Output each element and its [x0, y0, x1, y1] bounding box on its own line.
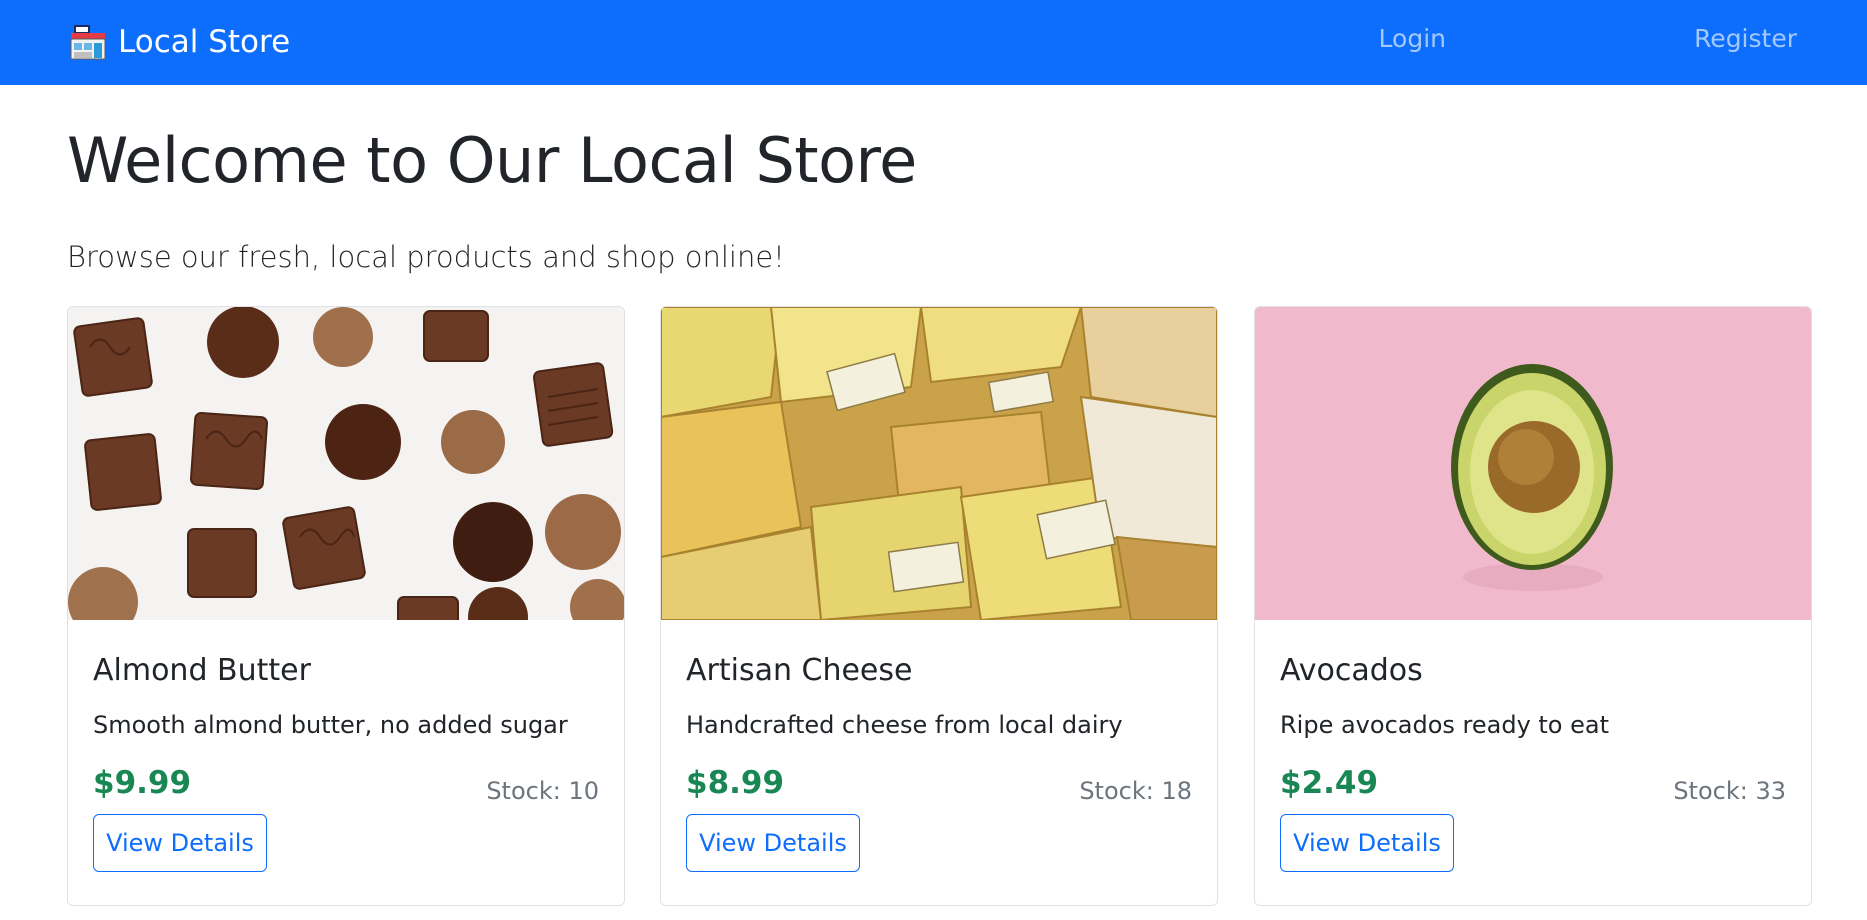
product-name: Almond Butter — [93, 653, 311, 688]
brand-link[interactable]: Local Store — [70, 20, 290, 64]
product-description: Smooth almond butter, no added sugar — [93, 711, 568, 739]
view-details-button[interactable]: View Details — [93, 814, 267, 872]
register-link[interactable]: Register — [1694, 24, 1797, 53]
page-title: Welcome to Our Local Store — [67, 124, 917, 197]
card-body: Artisan Cheese Handcrafted cheese from l… — [686, 620, 1192, 905]
brand-name: Local Store — [118, 24, 291, 60]
product-price: $2.49 — [1280, 765, 1379, 801]
product-image-avocado — [1255, 307, 1811, 620]
view-details-button[interactable]: View Details — [686, 814, 860, 872]
card-body: Almond Butter Smooth almond butter, no a… — [93, 620, 599, 905]
product-description: Ripe avocados ready to eat — [1280, 711, 1610, 739]
product-image-chocolates — [68, 307, 624, 620]
product-card: Almond Butter Smooth almond butter, no a… — [67, 306, 625, 906]
product-stock: Stock: 10 — [486, 777, 599, 805]
product-price: $8.99 — [686, 765, 785, 801]
product-card: Avocados Ripe avocados ready to eat $2.4… — [1254, 306, 1812, 906]
product-price: $9.99 — [93, 765, 192, 801]
card-body: Avocados Ripe avocados ready to eat $2.4… — [1280, 620, 1786, 905]
product-stock: Stock: 18 — [1079, 777, 1192, 805]
product-card: Artisan Cheese Handcrafted cheese from l… — [660, 306, 1218, 906]
product-image-cheese — [661, 307, 1217, 620]
product-name: Avocados — [1280, 653, 1423, 688]
product-description: Handcrafted cheese from local dairy — [686, 711, 1123, 739]
navbar: Local Store Login Register — [0, 0, 1867, 85]
page-subtitle: Browse our fresh, local products and sho… — [67, 240, 785, 274]
product-stock: Stock: 33 — [1673, 777, 1786, 805]
view-details-button[interactable]: View Details — [1280, 814, 1454, 872]
store-icon — [70, 25, 106, 60]
login-link[interactable]: Login — [1379, 24, 1446, 53]
product-name: Artisan Cheese — [686, 653, 913, 688]
